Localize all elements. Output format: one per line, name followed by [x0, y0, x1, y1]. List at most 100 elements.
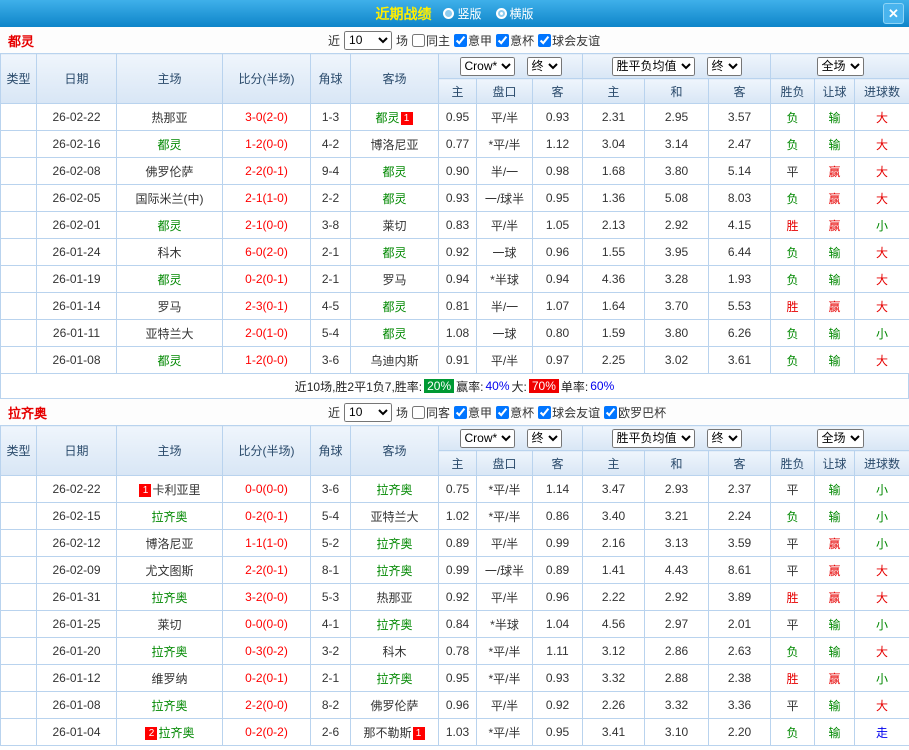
odds-away: 0.80 [532, 319, 583, 347]
table-row: 意甲 26-02-16 都灵 1-2(0-0) 4-2 博洛尼亚 0.77 *平/半 1.12 3… [0, 130, 909, 158]
rank-badge: 2 [145, 726, 158, 740]
filter-checkbox-0[interactable]: 同客 [412, 404, 450, 421]
result-goals: 大 [854, 292, 909, 320]
avg-draw: 2.97 [644, 610, 709, 638]
avg-draw: 5.08 [644, 184, 709, 212]
summary-row: 近10场,胜2平1负7,胜率: 20% 赢率: 40% 大: 70% 单率: 60% [0, 374, 909, 399]
match-score: 2-3(0-1) [222, 292, 311, 320]
table-row: 意甲 26-02-22 1 卡利亚里 0-0(0-0) 3-6 拉齐奥 0.75 *平/半 1.1… [0, 475, 909, 503]
odds-home: 0.75 [438, 475, 477, 503]
radio-label: 竖版 [457, 7, 482, 21]
avg-draw: 3.10 [644, 718, 709, 746]
fulltime-select[interactable]: 全场 [816, 56, 864, 76]
subcol-header-3: 主 [582, 78, 645, 104]
odds-final-select[interactable]: 终 [526, 56, 562, 76]
corner-count: 1-3 [310, 103, 351, 131]
match-date: 26-02-15 [36, 502, 117, 530]
checkbox-input[interactable] [496, 33, 510, 47]
fulltime-select[interactable]: 全场 [816, 428, 864, 448]
home-team: 维罗纳 [116, 664, 223, 692]
result-winlose: 平 [770, 556, 816, 584]
odds-handicap: 平/半 [476, 583, 533, 611]
filter-checkbox-2[interactable]: 意杯 [496, 32, 534, 49]
avg-final-select[interactable]: 终 [706, 428, 742, 448]
avg-final-select[interactable]: 终 [706, 56, 742, 76]
checkbox-input[interactable] [454, 405, 468, 419]
avg-home: 1.64 [582, 292, 645, 320]
home-team: 2 拉齐奥 [116, 718, 223, 746]
avg-home: 1.36 [582, 184, 645, 212]
avg-away: 5.14 [707, 157, 772, 185]
checkbox-label: 意杯 [510, 405, 535, 420]
avg-away: 2.20 [707, 718, 772, 746]
team-label: 都灵 [382, 164, 407, 179]
odds-final-select[interactable]: 终 [526, 428, 562, 448]
subcol-header-4: 和 [644, 450, 709, 476]
result-handicap: 输 [814, 238, 856, 266]
match-score: 2-1(1-0) [222, 184, 311, 212]
checkbox-input[interactable] [454, 33, 468, 47]
checkbox-input[interactable] [496, 405, 510, 419]
match-score: 0-2(0-1) [222, 265, 311, 293]
league-badge: 意甲 [0, 664, 37, 692]
filter-checkbox-1[interactable]: 意甲 [454, 32, 492, 49]
filter-checkbox-3[interactable]: 球会友谊 [538, 32, 600, 49]
filter-checkbox-4[interactable]: 欧罗巴杯 [604, 404, 666, 421]
section-lazio: 拉齐奥近 10 场同客 意甲 意杯 球会友谊 欧罗巴杯 类型 日期 主场 比分(半场) 角球 客场 Cro… [0, 399, 909, 746]
checkbox-input[interactable] [538, 33, 552, 47]
subcol-header-2: 客 [532, 78, 583, 104]
matches-table: 类型 日期 主场 比分(半场) 角球 客场 Crow* 终胜平负均值终全场主盘口客主和客胜负让… [0, 53, 909, 374]
result-winlose: 胜 [770, 292, 816, 320]
avg-away: 1.93 [707, 265, 772, 293]
result-goals: 大 [854, 130, 909, 158]
filter-checkbox-0[interactable]: 同主 [412, 32, 450, 49]
filter-games-label: 场 [396, 405, 409, 420]
checkbox-input[interactable] [538, 405, 552, 419]
odds-source-select[interactable]: Crow* [459, 56, 515, 76]
league-badge: 意杯 [0, 184, 37, 212]
avg-source-select[interactable]: 胜平负均值 [611, 56, 695, 76]
odds-home: 0.83 [438, 211, 477, 239]
corner-count: 3-6 [310, 346, 351, 374]
result-handicap: 赢 [814, 556, 856, 584]
odds-away: 0.98 [532, 157, 583, 185]
match-count-select[interactable]: 10 [344, 30, 393, 50]
team-label: 都灵 [382, 326, 407, 341]
league-badge: 意杯 [0, 292, 37, 320]
checkbox-input[interactable] [604, 405, 618, 419]
odds-home: 0.81 [438, 292, 477, 320]
result-handicap: 输 [814, 610, 856, 638]
checkbox-input[interactable] [412, 405, 426, 419]
fulltime-group-header: 全场 [770, 53, 909, 79]
avg-source-select[interactable]: 胜平负均值 [611, 428, 695, 448]
odds-handicap: 半/一 [476, 157, 533, 185]
table-row: 意甲 26-02-09 尤文图斯 2-2(0-1) 8-1 拉齐奥 0.99 一/球半 0.89… [0, 556, 909, 584]
corner-count: 2-1 [310, 238, 351, 266]
subcol-header-8: 进球数 [854, 78, 909, 104]
odds-home: 1.02 [438, 502, 477, 530]
team-label: 乌迪内斯 [370, 353, 419, 368]
team-label: 莱切 [157, 617, 182, 632]
corner-count: 5-3 [310, 583, 351, 611]
close-button[interactable]: ✕ [883, 3, 904, 24]
match-count-select[interactable]: 10 [344, 402, 393, 422]
odds-away: 0.92 [532, 691, 583, 719]
filter-checkbox-2[interactable]: 意杯 [496, 404, 534, 421]
avg-away: 6.44 [707, 238, 772, 266]
result-winlose: 负 [770, 130, 816, 158]
filter-checkbox-3[interactable]: 球会友谊 [538, 404, 600, 421]
away-team: 都灵 [350, 292, 439, 320]
odds-source-select[interactable]: Crow* [459, 428, 515, 448]
team-label: 都灵 [157, 137, 182, 152]
odds-away: 0.93 [532, 103, 583, 131]
checkbox-input[interactable] [412, 33, 426, 47]
result-winlose: 负 [770, 718, 816, 746]
corner-count: 8-2 [310, 691, 351, 719]
filter-checkbox-1[interactable]: 意甲 [454, 404, 492, 421]
avg-home: 2.22 [582, 583, 645, 611]
avg-draw: 3.80 [644, 319, 709, 347]
layout-option-vertical[interactable]: 竖版 [443, 5, 482, 22]
layout-option-horizontal[interactable]: 横版 [495, 5, 534, 22]
avg-away: 8.61 [707, 556, 772, 584]
match-score: 2-2(0-1) [222, 157, 311, 185]
